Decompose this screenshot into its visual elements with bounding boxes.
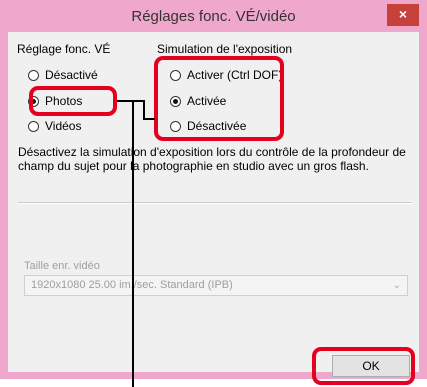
dialog-window: Réglages fonc. VÉ/vidéo × Réglage fonc. … [0,0,427,379]
title-bar[interactable]: Réglages fonc. VÉ/vidéo × [0,0,427,32]
radio-circle-icon [170,120,181,132]
dialog-body: Réglage fonc. VÉ Désactivé Photos Vidéos… [8,32,419,377]
radio-disabled-exposure[interactable]: Désactivée [170,119,246,133]
radio-label: Activer (Ctrl DOF) [187,68,283,82]
radio-circle-icon [28,120,39,132]
radio-label: Activée [187,94,227,108]
select-value: 1920x1080 25.00 im./sec. Standard (IPB) [31,279,233,291]
radio-videos[interactable]: Vidéos [28,119,81,133]
radio-photos[interactable]: Photos [28,94,82,108]
radio-circle-icon [170,69,181,81]
radio-label: Vidéos [45,119,82,133]
close-button[interactable]: × [387,4,419,26]
description-text: Désactivez la simulation d'exposition lo… [18,145,406,173]
exposure-simulation-label: Simulation de l'exposition [157,42,293,56]
divider [18,202,411,204]
movie-rec-size-select[interactable]: 1920x1080 25.00 im./sec. Standard (IPB) … [24,275,408,296]
radio-enabled[interactable]: Activée [170,94,226,108]
radio-selected-icon [170,95,181,107]
radio-selected-icon [28,95,39,107]
radio-circle-icon [28,69,39,81]
close-icon: × [398,6,408,22]
dialog-title: Réglages fonc. VÉ/vidéo [131,8,296,25]
live-view-function-label: Réglage fonc. VÉ [17,42,111,56]
chevron-down-icon: ⌄ [392,280,401,291]
radio-label: Photos [45,94,83,108]
radio-label: Désactivé [45,68,98,82]
radio-enable-ctrl-dof[interactable]: Activer (Ctrl DOF) [170,68,282,82]
movie-rec-size-label: Taille enr. vidéo [24,260,100,272]
radio-disabled[interactable]: Désactivé [28,68,98,82]
radio-label: Désactivée [187,119,247,133]
ok-button[interactable]: OK [332,355,410,377]
